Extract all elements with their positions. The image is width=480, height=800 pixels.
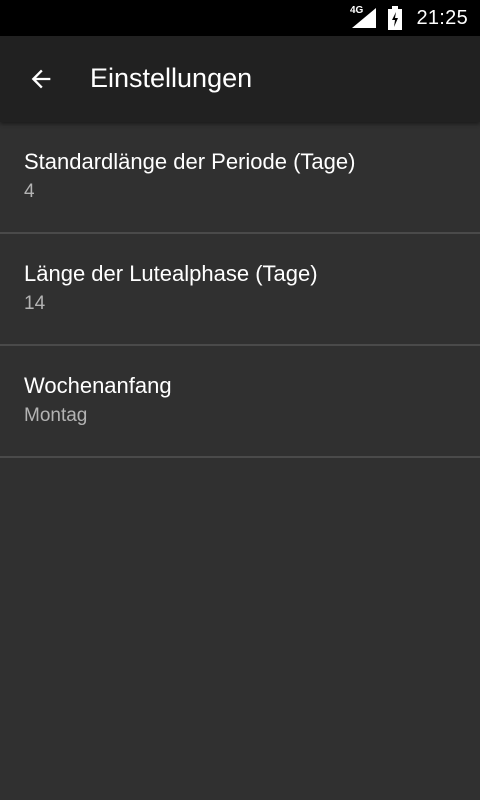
pref-week-start[interactable]: Wochenanfang Montag	[0, 346, 480, 458]
pref-summary: 14	[24, 293, 46, 314]
pref-luteal-phase-length[interactable]: Länge der Lutealphase (Tage) 14	[0, 234, 480, 346]
status-bar: 4G 21:25	[0, 0, 480, 36]
preferences-list: Standardlänge der Periode (Tage) 4 Länge…	[0, 122, 480, 458]
pref-period-length[interactable]: Standardlänge der Periode (Tage) 4	[0, 122, 480, 234]
pref-title: Wochenanfang	[24, 373, 172, 398]
page-title: Einstellungen	[90, 63, 253, 93]
battery-icon	[388, 6, 402, 30]
pref-summary: Montag	[24, 405, 88, 426]
signal-icon	[352, 8, 376, 28]
pref-summary: 4	[24, 181, 35, 202]
pref-title: Standardlänge der Periode (Tage)	[24, 149, 356, 174]
pref-title: Länge der Lutealphase (Tage)	[24, 261, 318, 286]
back-button[interactable]	[20, 58, 62, 100]
app-bar: Einstellungen	[0, 36, 480, 122]
arrow-back-icon	[31, 69, 51, 89]
status-time: 21:25	[416, 7, 468, 29]
